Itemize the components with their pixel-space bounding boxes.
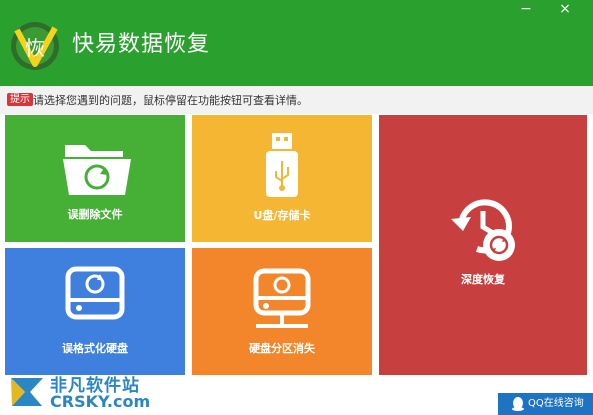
tip-bar: 提示 请选择您遇到的问题，鼠标停留在功能按钮可查看详情。 — [0, 86, 593, 114]
tile-label: 误格式化硬盘 — [62, 342, 128, 355]
folder-restore-icon — [63, 145, 131, 195]
tile-label: 深度恢复 — [461, 273, 505, 286]
qq-consult-button[interactable]: QQ在线咨询 — [498, 393, 593, 415]
tip-badge: 提示 — [7, 93, 33, 106]
tile-lost-partition[interactable]: 硬盘分区消失 — [192, 248, 372, 375]
qq-label: QQ在线咨询 — [528, 398, 584, 409]
disk-restore-icon — [65, 266, 125, 320]
usb-drive-icon — [266, 133, 298, 197]
tip-text: 请选择您遇到的问题，鼠标停留在功能按钮可查看详情。 — [33, 94, 308, 107]
app-logo-icon: 恢 — [11, 22, 59, 70]
tile-label: 硬盘分区消失 — [249, 342, 315, 355]
title-bar: 恢 快易数据恢复 − × — [0, 0, 593, 86]
minimize-button[interactable]: − — [513, 0, 539, 20]
close-button[interactable]: × — [552, 0, 578, 20]
watermark: 非凡软件站 CRSKY.com — [0, 368, 165, 415]
tile-label: 误删除文件 — [67, 208, 123, 221]
history-restore-icon — [451, 199, 515, 261]
tile-formatted-disk[interactable]: 误格式化硬盘 — [5, 248, 185, 375]
watermark-logo-icon — [11, 378, 43, 406]
app-title: 快易数据恢复 — [72, 32, 211, 57]
logo-glyph: 恢 — [25, 36, 45, 60]
tile-usb-card[interactable]: U盘/存储卡 — [192, 115, 372, 242]
network-disk-icon — [253, 268, 311, 328]
watermark-en: CRSKY.com — [50, 392, 151, 411]
tile-label: U盘/存储卡 — [253, 209, 311, 222]
tile-deleted-files[interactable]: 误删除文件 — [5, 115, 185, 242]
tile-deep-recovery[interactable]: 深度恢复 — [379, 115, 587, 375]
qq-penguin-icon — [512, 397, 524, 411]
